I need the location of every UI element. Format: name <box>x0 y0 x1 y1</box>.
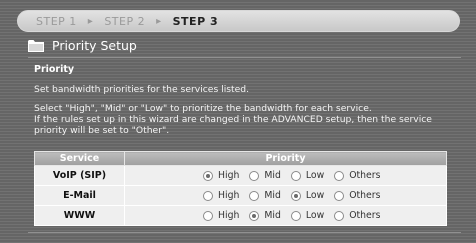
radio-label: Low <box>305 190 325 201</box>
column-header-priority: Priority <box>124 151 447 166</box>
radio-button[interactable] <box>249 190 260 201</box>
chevron-right-icon: ▸ <box>87 15 94 27</box>
radio-label: Others <box>349 190 381 201</box>
description-text: Set bandwidth priorities for the service… <box>34 84 250 95</box>
radio-label: Mid <box>264 190 281 201</box>
description-line: If the rules set up in this wizard are c… <box>34 114 432 136</box>
step-1: STEP 1 <box>36 14 77 28</box>
radio-button[interactable] <box>249 170 260 181</box>
priority-option-high[interactable]: High <box>203 210 239 221</box>
chevron-right-icon: ▸ <box>156 15 162 27</box>
priority-table: Service Priority VoIP (SIP) High Mid Low Oth… <box>34 151 447 226</box>
step-3: STEP 3 <box>172 14 219 28</box>
priority-option-low[interactable]: Low <box>290 170 325 181</box>
priority-options: High Mid Low Others <box>124 205 447 226</box>
service-name: VoIP (SIP) <box>34 165 125 186</box>
radio-button[interactable] <box>334 190 345 201</box>
radio-label: Mid <box>264 210 281 221</box>
priority-options: High Mid Low Others <box>124 185 447 206</box>
radio-button[interactable] <box>290 210 301 221</box>
service-name: E-Mail <box>34 185 125 206</box>
service-name: WWW <box>34 205 125 226</box>
wizard-steps: STEP 1 ▸ STEP 2 ▸ STEP 3 <box>17 10 460 32</box>
divider <box>28 57 461 58</box>
radio-label: Others <box>349 170 381 181</box>
section-label: Priority <box>34 64 75 75</box>
radio-button[interactable] <box>290 190 301 201</box>
radio-label: Others <box>349 210 381 221</box>
priority-option-mid[interactable]: Mid <box>249 190 281 201</box>
table-row: E-Mail High Mid Low Others <box>34 185 447 206</box>
priority-option-others[interactable]: Others <box>334 170 380 181</box>
description-line: Select "High", "Mid" or "Low" to priorit… <box>34 103 372 114</box>
radio-label: High <box>218 210 240 221</box>
radio-button[interactable] <box>334 170 345 181</box>
priority-option-mid[interactable]: Mid <box>249 170 281 181</box>
priority-option-low[interactable]: Low <box>290 190 325 201</box>
page-title: Priority Setup <box>52 37 137 53</box>
radio-button[interactable] <box>290 170 301 181</box>
priority-option-others[interactable]: Others <box>334 210 380 221</box>
column-header-service: Service <box>34 151 125 166</box>
radio-label: Low <box>305 210 325 221</box>
description-text: Select "High", "Mid" or "Low" to priorit… <box>34 103 464 136</box>
divider <box>28 232 461 233</box>
radio-label: Mid <box>264 170 281 181</box>
priority-options: High Mid Low Others <box>124 165 447 186</box>
radio-label: Low <box>305 170 325 181</box>
priority-option-mid[interactable]: Mid <box>249 210 281 221</box>
priority-option-others[interactable]: Others <box>334 190 380 201</box>
table-row: VoIP (SIP) High Mid Low Others <box>34 165 447 186</box>
radio-button[interactable] <box>249 210 260 221</box>
radio-label: High <box>218 170 240 181</box>
priority-option-high[interactable]: High <box>203 190 239 201</box>
page-title-row: Priority Setup <box>28 37 137 53</box>
radio-label: High <box>218 190 240 201</box>
radio-button[interactable] <box>203 210 213 221</box>
table-row: WWW High Mid Low Others <box>34 205 447 226</box>
priority-option-low[interactable]: Low <box>290 210 325 221</box>
radio-button[interactable] <box>203 190 213 201</box>
priority-option-high[interactable]: High <box>203 170 239 181</box>
step-2: STEP 2 <box>104 14 146 28</box>
folder-icon <box>28 39 44 52</box>
radio-button[interactable] <box>334 210 345 221</box>
radio-button[interactable] <box>203 170 213 181</box>
